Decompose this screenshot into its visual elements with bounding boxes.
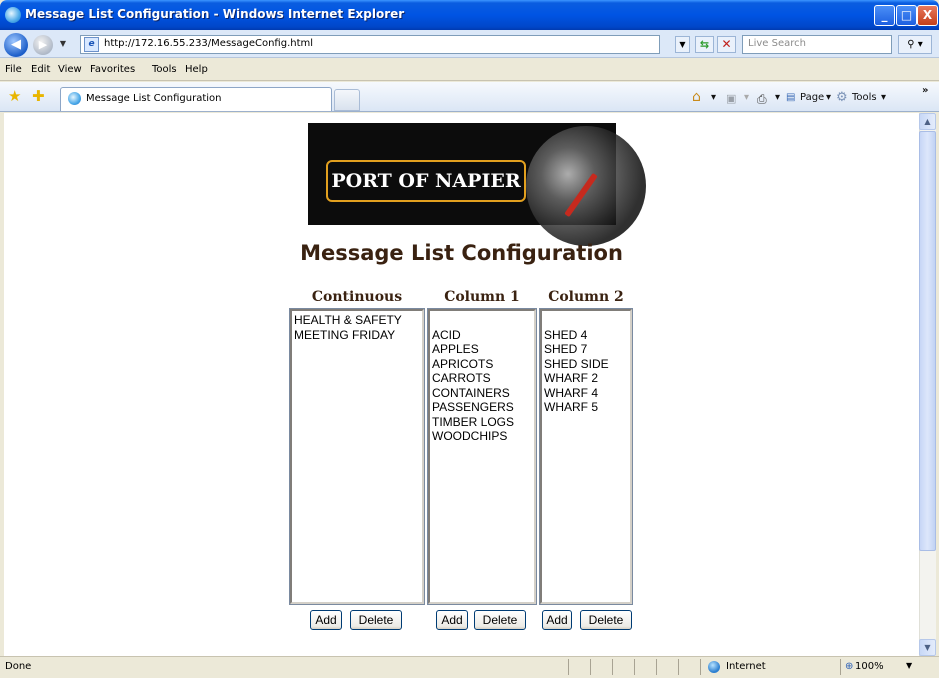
- add-favorites-icon[interactable]: ✚: [32, 89, 45, 104]
- continuous-add-button[interactable]: Add: [310, 610, 342, 630]
- zoom-level[interactable]: 100%: [855, 661, 884, 672]
- minimize-button[interactable]: _: [874, 5, 895, 26]
- feeds-icon[interactable]: ▣: [726, 92, 736, 105]
- zoom-magnifier-icon[interactable]: ⊕: [845, 661, 853, 672]
- refresh-button[interactable]: ⇆: [695, 36, 714, 53]
- security-zone: Internet: [726, 661, 766, 672]
- column-2-add-button[interactable]: Add: [542, 610, 572, 630]
- tools-gear-icon[interactable]: ⚙: [836, 90, 848, 105]
- page-title: Message List Configuration: [300, 241, 623, 265]
- menu-favorites[interactable]: Favorites: [90, 64, 135, 75]
- menu-tools[interactable]: Tools: [152, 64, 177, 75]
- window-title: Message List Configuration - Windows Int…: [25, 7, 405, 21]
- list-item[interactable]: HEALTH & SAFETY: [294, 313, 420, 328]
- print-dropdown-icon[interactable]: ▾: [775, 92, 780, 103]
- list-item[interactable]: APPLES: [432, 342, 532, 357]
- list-item[interactable]: CARROTS: [432, 371, 532, 386]
- status-divider: [590, 659, 591, 675]
- column-2-delete-button[interactable]: Delete: [580, 610, 632, 630]
- list-item[interactable]: SHED 7: [544, 342, 628, 357]
- internet-zone-globe-icon: [708, 661, 720, 673]
- home-dropdown-icon[interactable]: ▾: [711, 92, 716, 103]
- scroll-up-arrow-icon[interactable]: ▲: [919, 113, 936, 130]
- close-button[interactable]: X: [917, 5, 938, 26]
- status-divider: [568, 659, 569, 675]
- menu-help[interactable]: Help: [185, 64, 208, 75]
- list-item[interactable]: ACID: [432, 328, 532, 343]
- list-item[interactable]: TIMBER LOGS: [432, 415, 532, 430]
- page-menu-icon[interactable]: ▤: [786, 92, 795, 103]
- page-menu-button[interactable]: Page: [800, 92, 824, 103]
- column-1-add-button[interactable]: Add: [436, 610, 468, 630]
- menu-edit[interactable]: Edit: [31, 64, 50, 75]
- zoom-dropdown-icon[interactable]: ▼: [906, 661, 912, 670]
- column-2-listbox[interactable]: SHED 4 SHED 7 SHED SIDE WHARF 2 WHARF 4 …: [539, 308, 633, 605]
- menu-view[interactable]: View: [58, 64, 82, 75]
- page-icon: e: [84, 37, 99, 52]
- list-item[interactable]: WHARF 2: [544, 371, 628, 386]
- status-divider: [678, 659, 679, 675]
- list-item[interactable]: CONTAINERS: [432, 386, 532, 401]
- feeds-dropdown-icon[interactable]: ▾: [744, 92, 749, 103]
- scrollbar-thumb[interactable]: [919, 131, 936, 551]
- column-1-delete-button[interactable]: Delete: [474, 610, 526, 630]
- status-divider: [612, 659, 613, 675]
- menu-file[interactable]: File: [5, 64, 22, 75]
- tab-label: Message List Configuration: [86, 93, 222, 104]
- forward-button[interactable]: ▶: [33, 35, 53, 55]
- tab-ie-icon: [68, 92, 81, 105]
- search-button[interactable]: ⚲ ▾: [898, 35, 932, 54]
- print-icon[interactable]: ⎙: [757, 92, 767, 107]
- recent-pages-dropdown-icon[interactable]: ▼: [58, 36, 68, 52]
- status-divider: [634, 659, 635, 675]
- status-divider: [840, 659, 841, 675]
- list-item[interactable]: WHARF 4: [544, 386, 628, 401]
- scroll-down-arrow-icon[interactable]: ▼: [919, 639, 936, 656]
- favorites-star-icon[interactable]: ★: [8, 89, 21, 104]
- logo-text: PORT OF NAPIER: [326, 160, 526, 202]
- home-icon[interactable]: ⌂: [692, 89, 701, 105]
- address-dropdown-icon[interactable]: ▼: [675, 36, 690, 53]
- column-1-header: Column 1: [444, 289, 520, 305]
- stop-button[interactable]: ✕: [717, 36, 736, 53]
- page-dropdown-icon[interactable]: ▾: [826, 92, 831, 103]
- back-button[interactable]: ◀: [4, 33, 28, 57]
- list-item[interactable]: [432, 313, 532, 328]
- tools-dropdown-icon[interactable]: ▾: [881, 92, 886, 103]
- list-item[interactable]: WOODCHIPS: [432, 429, 532, 444]
- list-item[interactable]: SHED 4: [544, 328, 628, 343]
- column-2-header: Column 2: [548, 289, 624, 305]
- continuous-header: Continuous: [311, 289, 403, 305]
- list-item[interactable]: PASSENGERS: [432, 400, 532, 415]
- toolbar-overflow-icon[interactable]: »: [922, 85, 928, 96]
- list-item[interactable]: MEETING FRIDAY: [294, 328, 420, 343]
- status-bar: [0, 656, 939, 678]
- tools-menu-button[interactable]: Tools: [852, 92, 877, 103]
- column-1-listbox[interactable]: ACID APPLES APRICOTS CARROTS CONTAINERS …: [427, 308, 537, 605]
- new-tab-button[interactable]: [334, 89, 360, 111]
- status-divider: [656, 659, 657, 675]
- menu-bar: [0, 59, 939, 81]
- address-url[interactable]: http://172.16.55.233/MessageConfig.html: [104, 38, 313, 49]
- list-item[interactable]: SHED SIDE: [544, 357, 628, 372]
- search-placeholder: Live Search: [748, 38, 806, 49]
- continuous-delete-button[interactable]: Delete: [350, 610, 402, 630]
- list-item[interactable]: APRICOTS: [432, 357, 532, 372]
- maximize-button[interactable]: □: [896, 5, 917, 26]
- continuous-listbox[interactable]: HEALTH & SAFETY MEETING FRIDAY: [289, 308, 425, 605]
- list-item[interactable]: [544, 313, 628, 328]
- ie-icon: [5, 7, 21, 23]
- status-divider: [700, 659, 701, 675]
- status-text: Done: [5, 661, 32, 672]
- list-item[interactable]: WHARF 5: [544, 400, 628, 415]
